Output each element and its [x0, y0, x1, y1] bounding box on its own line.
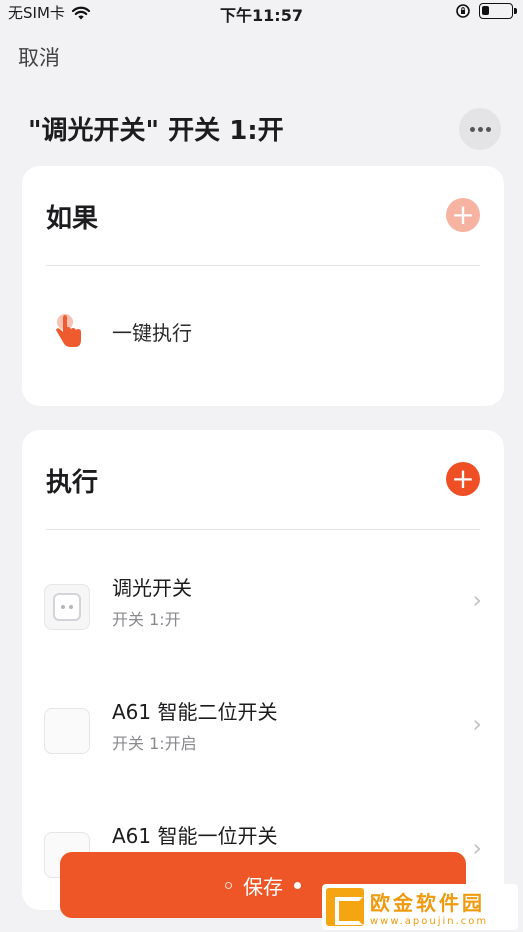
status-bar: 无SIM卡 下午11:57 [0, 0, 523, 25]
watermark-en: www.apoujin.com [370, 916, 489, 927]
status-right [455, 3, 517, 19]
add-action-button[interactable]: + [446, 462, 480, 496]
save-button-label: 保存 [243, 874, 283, 899]
watermark-cn: 欧金软件园 [370, 891, 485, 915]
status-time: 下午11:57 [220, 6, 303, 25]
page-dot-active [294, 882, 301, 889]
chevron-right-icon: › [472, 834, 482, 862]
chevron-right-icon: › [472, 586, 482, 614]
add-condition-button[interactable]: + [446, 198, 480, 232]
trigger-item[interactable]: 一键执行 [52, 312, 192, 350]
action-device-status: 开关 1:开启 [112, 734, 197, 753]
watermark-logo-icon [326, 888, 364, 926]
cancel-button[interactable]: 取消 [18, 42, 60, 72]
rotation-lock-icon [456, 4, 470, 18]
page-title: "调光开关" 开关 1:开 [28, 116, 284, 146]
plus-icon: + [451, 198, 475, 231]
action-device-name: 调光开关 [112, 576, 192, 600]
trigger-label: 一键执行 [112, 320, 192, 345]
if-card-header: 如果 + [46, 166, 480, 266]
ellipsis-dot [477, 126, 483, 132]
if-section-title: 如果 [46, 204, 99, 234]
battery-level [482, 6, 489, 15]
do-card-header: 执行 + [46, 430, 480, 530]
action-device-name: A61 智能一位开关 [112, 824, 278, 848]
do-card: 执行 + 调光开关 开关 1:开 › A61 智能二位开关 开关 1:开启 › … [22, 430, 504, 910]
action-item[interactable]: A61 智能二位开关 开关 1:开启 › [44, 696, 482, 786]
more-options-button[interactable] [459, 108, 501, 150]
action-device-name: A61 智能二位开关 [112, 700, 278, 724]
switch-device-icon [44, 708, 90, 754]
action-device-status: 开关 1:开 [112, 610, 181, 629]
do-section-title: 执行 [46, 468, 99, 498]
battery-icon [479, 3, 517, 19]
if-card: 如果 + 一键执行 [22, 166, 504, 406]
page-dot [225, 882, 232, 889]
plus-icon: + [451, 462, 475, 495]
switch-device-icon [44, 584, 90, 630]
action-item[interactable]: 调光开关 开关 1:开 › [44, 572, 482, 662]
ellipsis-dot [485, 126, 491, 132]
ellipsis-icon [469, 126, 475, 132]
tap-hand-icon [56, 314, 81, 347]
watermark: 欧金软件园 www.apoujin.com [322, 884, 518, 930]
watermark-text: 欧金软件园 www.apoujin.com [370, 887, 488, 927]
chevron-right-icon: › [472, 710, 482, 738]
